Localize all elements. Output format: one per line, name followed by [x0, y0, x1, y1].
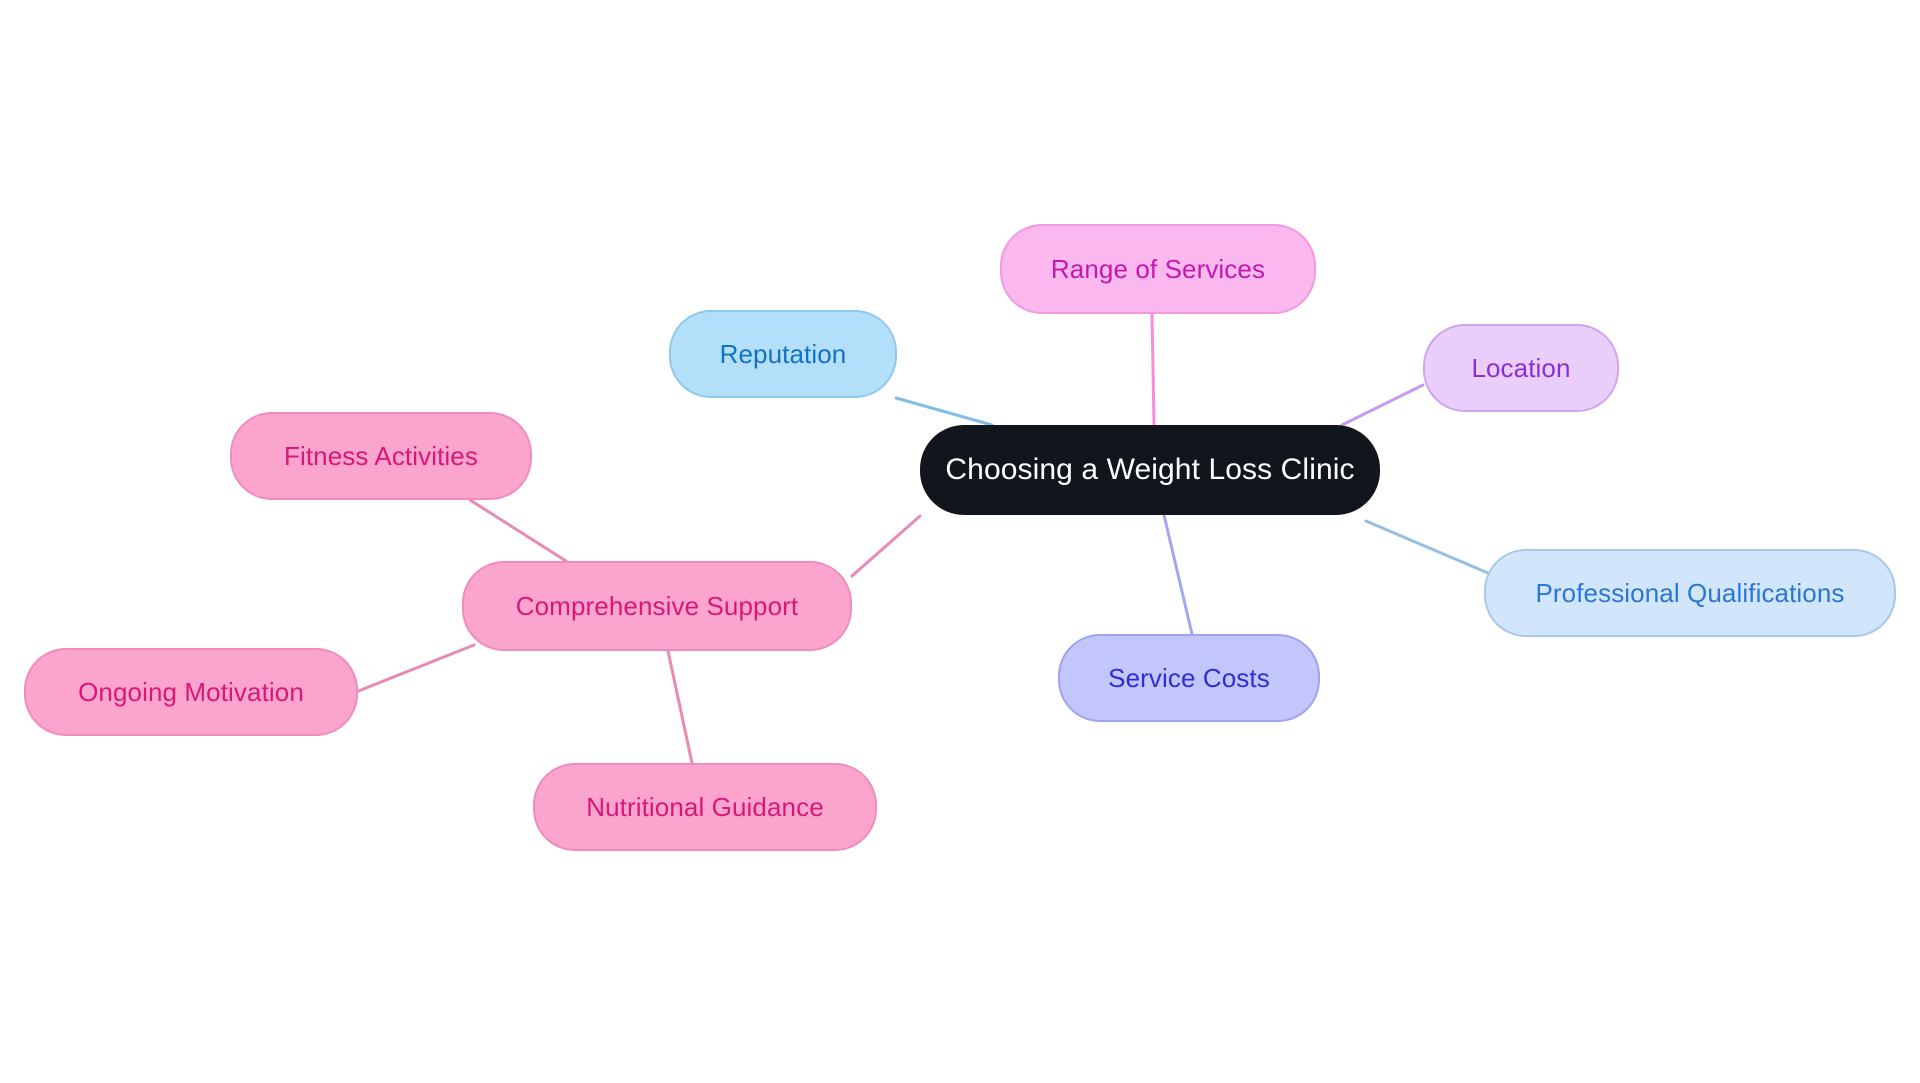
mindmap-node-reputation[interactable]: Reputation — [669, 310, 897, 398]
mindmap-node-comprehensive-support[interactable]: Comprehensive Support — [462, 561, 852, 651]
mindmap-node-label-comprehensive-support: Comprehensive Support — [515, 591, 799, 621]
mindmap-edge-layer — [354, 312, 1490, 765]
mindmap-node-root[interactable]: Choosing a Weight Loss Clinic — [920, 425, 1380, 515]
mindmap-node-label-professional-qualifications: Professional Qualifications — [1535, 578, 1845, 608]
mindmap-node-label-nutritional-guidance: Nutritional Guidance — [586, 792, 824, 822]
edge-root-professional-qualifications — [1364, 519, 1490, 575]
mindmap-node-nutritional-guidance[interactable]: Nutritional Guidance — [533, 763, 877, 851]
mindmap-node-label-ongoing-motivation: Ongoing Motivation — [78, 677, 304, 707]
mindmap-node-range-of-services[interactable]: Range of Services — [1000, 224, 1316, 314]
edge-root-reputation — [894, 396, 994, 427]
mindmap-node-service-costs[interactable]: Service Costs — [1058, 634, 1320, 722]
mindmap-node-label-location: Location — [1471, 353, 1571, 383]
edge-comprehensive-support-fitness-activities — [468, 498, 568, 563]
edge-root-location — [1340, 383, 1425, 427]
mindmap-node-label-root: Choosing a Weight Loss Clinic — [945, 453, 1355, 486]
edge-root-service-costs — [1162, 513, 1194, 636]
mindmap-node-label-reputation: Reputation — [719, 339, 847, 369]
mindmap-node-label-fitness-activities: Fitness Activities — [284, 441, 478, 471]
edge-comprehensive-support-ongoing-motivation — [354, 643, 476, 694]
mindmap-node-label-service-costs: Service Costs — [1108, 663, 1270, 693]
mindmap-node-ongoing-motivation[interactable]: Ongoing Motivation — [24, 648, 358, 736]
mindmap-node-location[interactable]: Location — [1423, 324, 1619, 412]
mindmap-node-professional-qualifications[interactable]: Professional Qualifications — [1484, 549, 1896, 637]
mindmap-node-fitness-activities[interactable]: Fitness Activities — [230, 412, 532, 500]
mindmap-node-label-range-of-services: Range of Services — [1050, 254, 1266, 284]
mindmap-canvas: Choosing a Weight Loss Clinic Range of Se… — [0, 0, 1920, 1083]
edge-comprehensive-support-nutritional-guidance — [666, 649, 694, 765]
edge-root-range-of-services — [1150, 312, 1156, 427]
edge-root-comprehensive-support — [850, 514, 922, 578]
